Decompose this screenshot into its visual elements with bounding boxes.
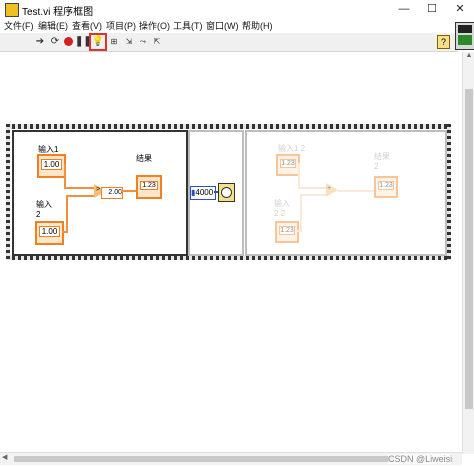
- step-over-icon[interactable]: ⤳: [136, 35, 150, 49]
- close-button[interactable]: ✕: [446, 0, 474, 18]
- wire-input2-h2: [66, 195, 94, 197]
- input2-control[interactable]: 1.00: [35, 221, 64, 245]
- run-continuously-icon[interactable]: ⟳: [48, 35, 62, 49]
- menu-file[interactable]: 文件(F): [4, 19, 34, 32]
- frame3-add-symbol: +: [327, 185, 332, 192]
- result-label: 结果: [136, 154, 152, 163]
- frame3-result-label: 结果 2: [374, 152, 390, 171]
- wire-input1-h: [64, 187, 94, 189]
- vertical-scrollbar[interactable]: ▲: [462, 52, 474, 454]
- input2-value: 1.00: [39, 226, 60, 237]
- result-indicator[interactable]: 1.23: [136, 175, 162, 199]
- frame3-wire-1v: [298, 163, 300, 188]
- input1-value: 1.00: [41, 159, 62, 170]
- input2-label: 输入 2: [36, 200, 52, 219]
- run-arrow-icon[interactable]: ➔: [33, 35, 47, 49]
- clock-icon: [221, 187, 232, 198]
- retain-wire-values-icon[interactable]: ⊞: [107, 35, 121, 49]
- help-icon[interactable]: ?: [437, 35, 450, 49]
- menu-operate[interactable]: 操作(O): [139, 19, 170, 32]
- highlight-execution-icon[interactable]: 💡: [89, 33, 107, 51]
- wire-input1-v: [64, 164, 66, 188]
- minimize-button[interactable]: —: [390, 0, 418, 18]
- vi-icon[interactable]: [455, 22, 474, 50]
- wait-value: 4000: [195, 188, 214, 197]
- input1-control[interactable]: 1.00: [37, 154, 66, 178]
- frame3-input2-label: 输入 2 2: [274, 199, 290, 218]
- frame3-input1-label: 输入1 2: [278, 144, 306, 153]
- frame3-result-value: 1.23: [378, 181, 394, 190]
- scroll-up-icon[interactable]: ▲: [463, 52, 474, 59]
- wait-ms-node[interactable]: [218, 183, 235, 202]
- menu-help[interactable]: 帮助(H): [242, 19, 273, 32]
- menu-tools[interactable]: 工具(T): [173, 19, 203, 32]
- menu-window[interactable]: 窗口(W): [206, 19, 239, 32]
- frame3-input1-value: 1.23: [280, 159, 296, 168]
- horizontal-scroll-thumb[interactable]: [14, 456, 394, 462]
- vi-icon-screen: [458, 25, 472, 33]
- watermark: CSDN @Liweisi: [388, 454, 453, 464]
- frame3-wire-2h2: [300, 194, 326, 196]
- menu-view[interactable]: 查看(V): [72, 19, 102, 32]
- frame3-wire-out: [338, 190, 374, 192]
- step-into-icon[interactable]: ⇲: [122, 35, 136, 49]
- step-out-icon[interactable]: ⇱: [150, 35, 164, 49]
- probe-value: 2.00: [101, 187, 123, 199]
- menu-edit[interactable]: 编辑(E): [38, 19, 68, 32]
- wire-input2-v: [66, 195, 68, 233]
- result-indicator-value: 1.23: [140, 181, 158, 190]
- frame3-result-indicator[interactable]: 1.23: [374, 176, 398, 198]
- vi-icon-glyph: [458, 35, 472, 45]
- frame3-wire-2v: [300, 194, 302, 232]
- wire-to-result: [121, 190, 137, 192]
- window-title: Test.vi 程序框图: [22, 7, 94, 18]
- sequence-film-top: [6, 124, 451, 129]
- sequence-film-right: [447, 124, 451, 260]
- menu-project[interactable]: 项目(P): [106, 19, 136, 32]
- sequence-film-left: [6, 124, 10, 260]
- vertical-scroll-thumb[interactable]: [465, 89, 473, 409]
- maximize-button[interactable]: ☐: [418, 0, 446, 18]
- abort-icon[interactable]: [61, 35, 75, 49]
- labview-icon: [5, 3, 19, 17]
- frame3-wire-1h: [298, 187, 326, 189]
- frame3-input2-value: 1.23: [279, 226, 295, 235]
- frame3-input1-control[interactable]: 1.23: [276, 154, 300, 176]
- add-node-symbol: >: [96, 186, 101, 193]
- frame3-input2-control[interactable]: 1.23: [275, 221, 299, 243]
- scroll-left-icon[interactable]: ◀: [2, 453, 7, 461]
- pause-icon[interactable]: ❚❚: [75, 35, 92, 49]
- wait-constant[interactable]: ▮4000: [190, 186, 216, 200]
